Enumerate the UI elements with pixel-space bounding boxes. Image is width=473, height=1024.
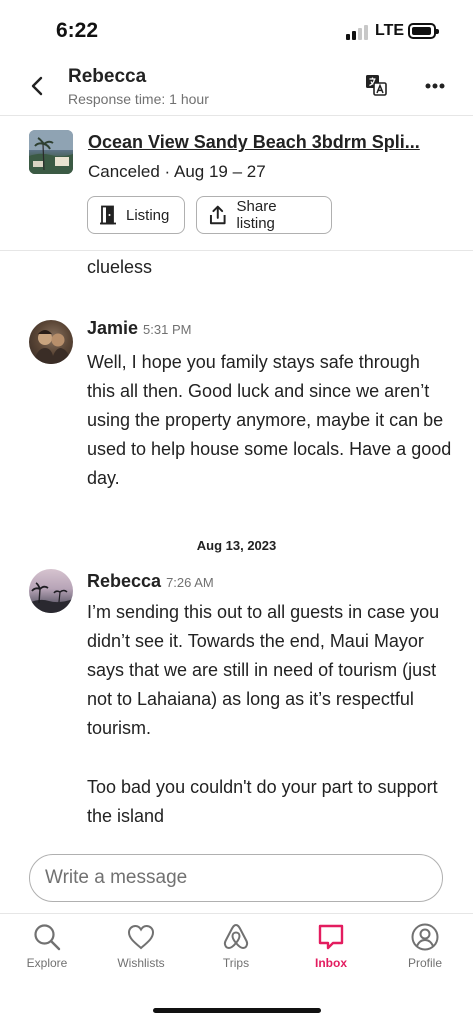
airbnb-logo-icon (223, 924, 249, 949)
conversation-header: Rebecca Response time: 1 hour (0, 58, 473, 116)
network-type: LTE (375, 22, 405, 39)
share-icon (209, 205, 226, 225)
status-bar: 6:22 LTE (0, 0, 473, 58)
tab-label: Wishlists (117, 956, 165, 970)
translate-icon[interactable] (365, 74, 387, 96)
sender-name: Jamie (87, 318, 139, 338)
tab-inbox[interactable]: Inbox (291, 922, 371, 970)
listing-button[interactable]: Listing (87, 196, 185, 234)
tab-label: Trips (222, 956, 250, 970)
signal-strength-icon (346, 24, 370, 40)
back-chevron-icon[interactable] (26, 72, 50, 100)
heart-icon (127, 924, 155, 950)
message-text-partial: family during this difficult time. You a… (87, 257, 153, 277)
listing-title-link[interactable]: Ocean View Sandy Beach 3bdrm Spli... (88, 132, 448, 153)
tab-label: Profile (407, 956, 442, 970)
share-listing-label: Share listing (236, 198, 277, 232)
tab-explore[interactable]: Explore (7, 922, 87, 970)
chat-bubble-icon (318, 924, 344, 950)
host-name[interactable]: Rebecca (68, 66, 146, 88)
status-time: 6:22 (56, 19, 99, 42)
date-separator: Aug 13, 2023 (196, 538, 277, 553)
response-time: Response time: 1 hour (68, 91, 209, 107)
reservation-status: Canceled · Aug 19 – 27 (88, 162, 266, 181)
battery-icon (408, 23, 439, 39)
door-icon (100, 205, 116, 225)
message-sender: Rebecca 7:26 AM (87, 571, 214, 592)
search-icon (34, 924, 61, 951)
tab-wishlists[interactable]: Wishlists (101, 922, 181, 970)
message-input[interactable] (45, 855, 425, 901)
sender-name: Rebecca (87, 571, 162, 591)
message-text: Well, I hope you family stays safe throu… (87, 352, 452, 488)
message-text: I’m sending this out to all guests in ca… (87, 602, 440, 738)
tab-trips[interactable]: Trips (196, 922, 276, 970)
message-thread[interactable]: family during this difficult time. You a… (0, 251, 473, 846)
tab-label: Explore (26, 956, 68, 970)
tab-profile[interactable]: Profile (385, 922, 465, 970)
avatar-jamie[interactable] (29, 320, 73, 364)
avatar-rebecca[interactable] (29, 569, 73, 613)
tab-label: Inbox (315, 956, 347, 970)
message-text: Too bad you couldn't do your part to sup… (87, 777, 438, 826)
listing-thumbnail[interactable] (29, 130, 73, 174)
more-options-icon[interactable] (421, 72, 449, 100)
share-listing-button[interactable]: Share listing (196, 196, 332, 234)
message-time: 7:26 AM (166, 575, 214, 590)
message-composer[interactable] (29, 854, 443, 902)
message-time: 5:31 PM (143, 322, 192, 337)
profile-icon (411, 923, 439, 951)
listing-card: Ocean View Sandy Beach 3bdrm Spli... Can… (0, 117, 473, 251)
listing-button-label: Listing (126, 206, 170, 224)
home-indicator (153, 1008, 321, 1013)
message-sender: Jamie 5:31 PM (87, 318, 191, 339)
